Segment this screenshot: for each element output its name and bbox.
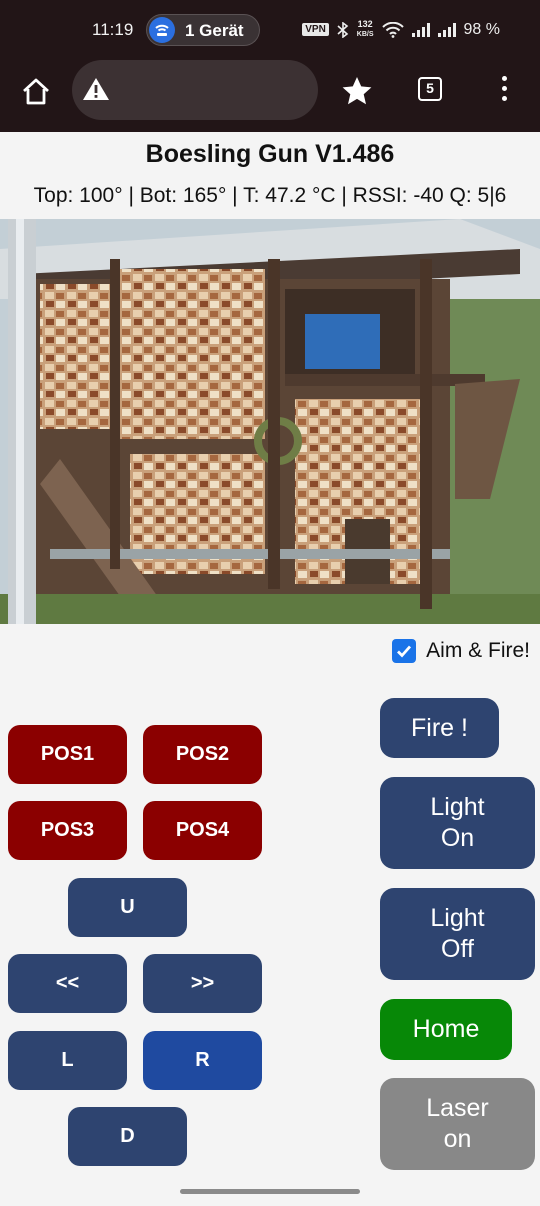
signal-bars-icon xyxy=(411,22,430,37)
fire-button[interactable]: Fire ! xyxy=(380,698,499,758)
battery-level: 98 % xyxy=(463,20,500,38)
move-left-button[interactable]: L xyxy=(8,1031,127,1090)
wifi-hotspot-icon xyxy=(149,17,175,43)
aim-fire-checkbox[interactable] xyxy=(392,639,417,663)
wifi-icon xyxy=(381,21,404,38)
notification-pill-label: 1 Gerät xyxy=(185,21,244,40)
signal-bars-icon-2 xyxy=(437,22,456,37)
light-off-button[interactable]: Light Off xyxy=(380,888,535,980)
fast-right-button[interactable]: >> xyxy=(143,954,262,1013)
page-title: Boesling Gun V1.486 xyxy=(145,140,395,168)
move-right-button[interactable]: R xyxy=(143,1031,262,1090)
camera-stream xyxy=(0,219,540,624)
fast-left-button[interactable]: << xyxy=(8,954,127,1013)
vpn-icon: VPN xyxy=(302,23,329,36)
warning-triangle-icon[interactable] xyxy=(82,76,110,102)
checkmark-icon xyxy=(397,645,412,658)
pos3-button[interactable]: POS3 xyxy=(8,801,127,860)
address-bar[interactable] xyxy=(72,60,318,120)
star-icon[interactable] xyxy=(340,74,374,108)
home-button[interactable]: Home xyxy=(380,999,512,1060)
status-bar: 11:19 1 Gerät VPN 132 KB/S 98 % xyxy=(0,0,540,60)
network-speed-unit: KB/S xyxy=(356,31,374,38)
pos2-button[interactable]: POS2 xyxy=(143,725,262,784)
more-vertical-icon[interactable] xyxy=(498,76,510,106)
browser-toolbar: 5 xyxy=(0,60,540,132)
light-on-button[interactable]: Light On xyxy=(380,777,535,869)
telemetry-readout: Top: 100° | Bot: 165° | T: 47.2 °C | RSS… xyxy=(33,184,507,207)
camera-image xyxy=(0,219,540,624)
tab-switcher-button[interactable]: 5 xyxy=(418,77,442,101)
device-notification-pill[interactable]: 1 Gerät xyxy=(146,14,260,46)
pos4-button[interactable]: POS4 xyxy=(143,801,262,860)
bluetooth-icon xyxy=(337,21,349,38)
laser-on-button[interactable]: Laser on xyxy=(380,1078,535,1170)
home-icon[interactable] xyxy=(18,74,54,110)
move-down-button[interactable]: D xyxy=(68,1107,187,1166)
status-icons: VPN 132 KB/S 98 % xyxy=(302,20,500,39)
status-time: 11:19 xyxy=(92,20,134,39)
network-speed-value: 132 xyxy=(357,19,373,29)
network-speed: 132 KB/S xyxy=(357,20,374,39)
aim-fire-toggle[interactable]: Aim & Fire! xyxy=(392,636,530,666)
aim-fire-label: Aim & Fire! xyxy=(426,639,530,662)
pos1-button[interactable]: POS1 xyxy=(8,725,127,784)
move-up-button[interactable]: U xyxy=(68,878,187,937)
gesture-bar[interactable] xyxy=(180,1189,360,1194)
